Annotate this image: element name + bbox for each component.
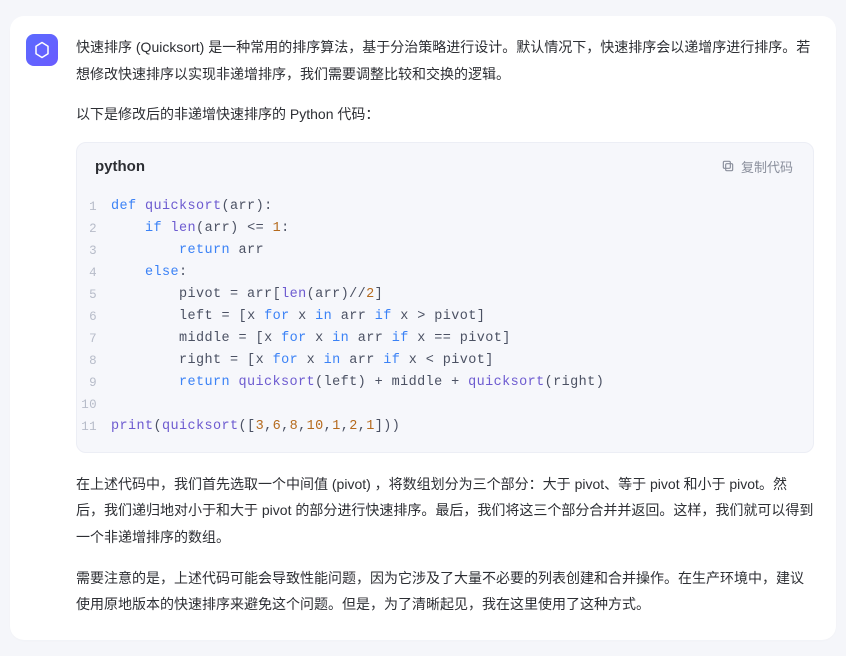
line-number: 11 [77,416,111,438]
line-number: 7 [77,328,111,350]
copy-code-button[interactable]: 复制代码 [717,155,797,178]
paragraph: 以下是修改后的非递增快速排序的 Python 代码： [76,101,814,128]
line-content: pivot = arr[len(arr)//2] [111,284,813,306]
line-number: 1 [77,196,111,218]
line-content: return quicksort(left) + middle + quicks… [111,372,813,394]
paragraph: 快速排序 (Quicksort) 是一种常用的排序算法，基于分治策略进行设计。默… [76,34,814,87]
code-language-label: python [95,153,145,180]
paragraph: 需要注意的是，上述代码可能会导致性能问题，因为它涉及了大量不必要的列表创建和合并… [76,565,814,618]
line-content: else: [111,262,813,284]
line-number: 5 [77,284,111,306]
code-line: 4 else: [77,262,813,284]
code-line: 8 right = [x for x in arr if x < pivot] [77,350,813,372]
line-content: if len(arr) <= 1: [111,218,813,240]
code-header: python 复制代码 [77,143,813,190]
line-content: middle = [x for x in arr if x == pivot] [111,328,813,350]
line-number: 3 [77,240,111,262]
code-body: 1def quicksort(arr):2 if len(arr) <= 1:3… [77,190,813,452]
code-line: 11print(quicksort([3,6,8,10,1,2,1])) [77,416,813,438]
copy-icon [721,159,735,173]
paragraph: 在上述代码中，我们首先选取一个中间值 (pivot) ，将数组划分为三个部分：大… [76,471,814,551]
line-content: print(quicksort([3,6,8,10,1,2,1])) [111,416,813,438]
line-number: 4 [77,262,111,284]
line-content: right = [x for x in arr if x < pivot] [111,350,813,372]
code-line: 1def quicksort(arr): [77,196,813,218]
line-number: 6 [77,306,111,328]
code-line: 6 left = [x for x in arr if x > pivot] [77,306,813,328]
message-content: 快速排序 (Quicksort) 是一种常用的排序算法，基于分治策略进行设计。默… [76,34,814,618]
code-line: 9 return quicksort(left) + middle + quic… [77,372,813,394]
line-number: 10 [77,394,111,416]
code-line: 2 if len(arr) <= 1: [77,218,813,240]
code-line: 5 pivot = arr[len(arr)//2] [77,284,813,306]
copy-code-label: 复制代码 [741,157,793,176]
line-number: 9 [77,372,111,394]
line-number: 2 [77,218,111,240]
code-line: 7 middle = [x for x in arr if x == pivot… [77,328,813,350]
assistant-message: 快速排序 (Quicksort) 是一种常用的排序算法，基于分治策略进行设计。默… [10,16,836,640]
assistant-avatar [26,34,58,66]
line-number: 8 [77,350,111,372]
line-content: return arr [111,240,813,262]
hexagon-icon [33,41,51,59]
line-content: left = [x for x in arr if x > pivot] [111,306,813,328]
code-block: python 复制代码 1def quicksort(arr):2 if len… [76,142,814,453]
code-line: 3 return arr [77,240,813,262]
code-line: 10 [77,394,813,416]
line-content: def quicksort(arr): [111,196,813,218]
